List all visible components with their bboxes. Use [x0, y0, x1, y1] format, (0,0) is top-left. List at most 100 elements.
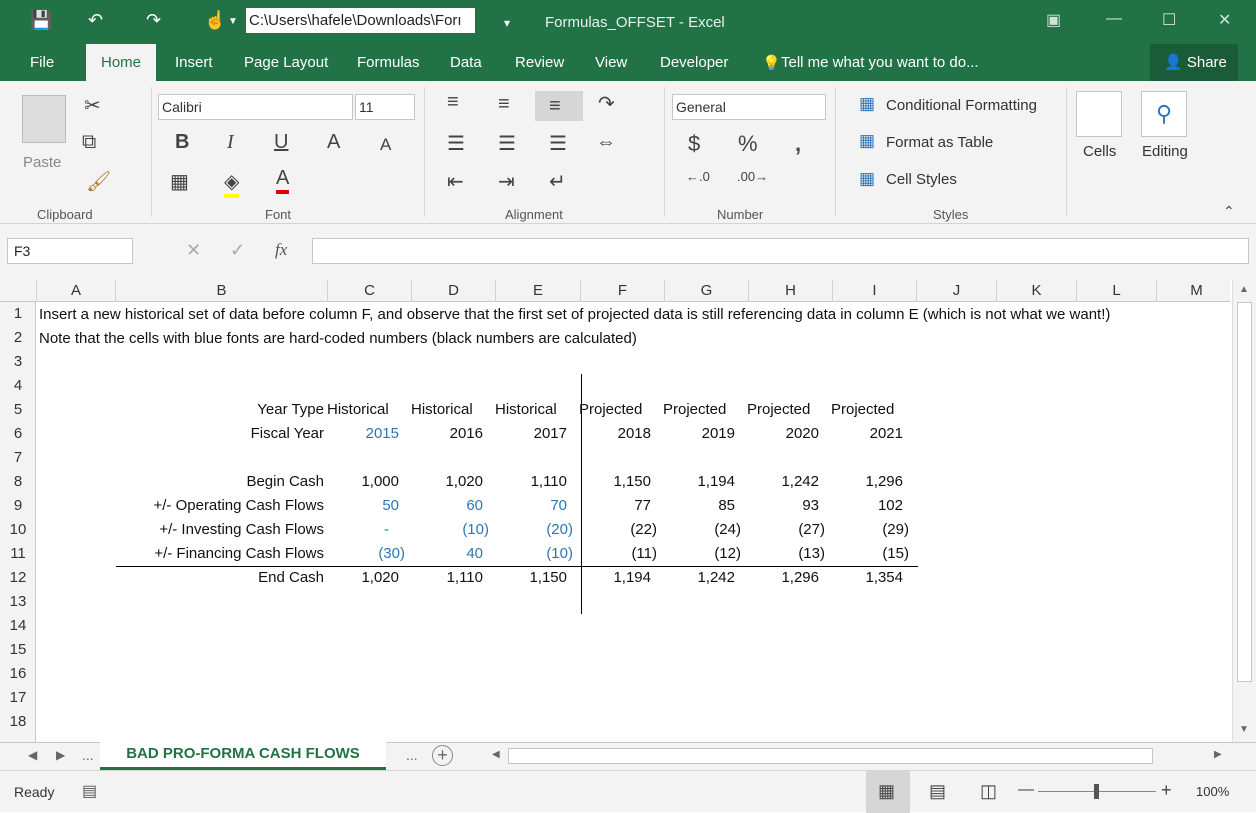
value-cell[interactable]: 1,242 — [739, 470, 819, 494]
font-size-select[interactable]: 11 — [355, 94, 415, 120]
maximize-icon[interactable]: ☐ — [1162, 10, 1176, 30]
more-sheets-icon[interactable]: ... — [82, 747, 94, 763]
collapse-ribbon-icon[interactable]: ⌃ — [1223, 203, 1235, 220]
value-cell[interactable]: 2017 — [487, 422, 567, 446]
touch-dropdown-icon[interactable]: ▼ — [228, 16, 238, 27]
row-header[interactable]: 15 — [0, 638, 36, 662]
value-cell[interactable]: 1,000 — [319, 470, 399, 494]
value-cell[interactable]: 102 — [823, 494, 903, 518]
bold-icon[interactable]: B — [175, 131, 189, 154]
row-label-cell[interactable]: End Cash — [116, 566, 324, 590]
value-cell[interactable]: 1,020 — [403, 470, 483, 494]
scroll-right-icon[interactable]: ▶ — [1214, 749, 1222, 760]
decrease-decimal-icon[interactable]: .00→ — [737, 169, 768, 184]
value-cell[interactable]: 1,194 — [571, 566, 651, 590]
row-label-cell[interactable]: +/- Financing Cash Flows — [116, 542, 324, 566]
value-cell[interactable]: 50 — [319, 494, 399, 518]
paste-button[interactable]: Paste — [23, 154, 61, 171]
prev-sheet-icon[interactable]: ◀ — [28, 748, 37, 762]
share-button[interactable]: 👤 Share — [1150, 44, 1238, 81]
value-cell[interactable]: 70 — [487, 494, 567, 518]
tab-home[interactable]: Home — [86, 44, 156, 81]
value-cell[interactable]: 1,110 — [403, 566, 483, 590]
value-cell[interactable]: 1,296 — [823, 470, 903, 494]
column-header[interactable]: F — [581, 280, 665, 302]
conditional-formatting-button[interactable]: Conditional Formatting — [886, 97, 1037, 114]
value-cell[interactable]: 2018 — [571, 422, 651, 446]
zoom-slider-thumb[interactable] — [1094, 784, 1099, 799]
value-cell[interactable]: 2019 — [655, 422, 735, 446]
row-label-cell[interactable]: Begin Cash — [116, 470, 324, 494]
value-cell[interactable]: 1,296 — [739, 566, 819, 590]
tell-me-box[interactable]: Tell me what you want to do... — [781, 54, 979, 71]
value-cell[interactable]: Projected — [831, 398, 913, 422]
value-cell[interactable]: 2015 — [319, 422, 399, 446]
borders-icon[interactable]: ▦ — [170, 169, 189, 194]
normal-view-icon[interactable]: ▦ — [878, 781, 895, 802]
scroll-down-icon[interactable]: ▼ — [1239, 724, 1249, 735]
row-label-cell[interactable]: +/- Investing Cash Flows — [116, 518, 324, 542]
value-cell[interactable]: Historical — [495, 398, 577, 422]
save-icon[interactable]: 💾 — [30, 10, 52, 31]
cut-icon[interactable]: ✂ — [84, 93, 101, 118]
value-cell[interactable]: Projected — [663, 398, 745, 422]
page-break-view-icon[interactable]: ◫ — [980, 781, 997, 802]
value-cell[interactable]: 2020 — [739, 422, 819, 446]
value-cell[interactable]: (22) — [577, 518, 657, 542]
middle-align-icon[interactable]: ≡ — [498, 93, 510, 116]
increase-decimal-icon[interactable]: ←.0 — [686, 169, 710, 184]
row-label-cell[interactable]: +/- Operating Cash Flows — [116, 494, 325, 518]
value-cell[interactable]: Projected — [747, 398, 829, 422]
row-header[interactable]: 10 — [0, 518, 36, 542]
decrease-indent-icon[interactable]: ⇤ — [447, 169, 464, 194]
value-cell[interactable]: (10) — [409, 518, 489, 542]
zoom-in-icon[interactable]: + — [1161, 780, 1172, 801]
merge-center-icon[interactable]: ⇔ — [596, 131, 616, 154]
paste-icon[interactable] — [22, 95, 66, 143]
undo-icon[interactable]: ↶ — [88, 10, 103, 31]
bottom-align-icon[interactable]: ≡ — [549, 95, 561, 118]
value-cell[interactable]: 2016 — [403, 422, 483, 446]
number-format-select[interactable]: General — [672, 94, 826, 120]
vertical-scroll-thumb[interactable] — [1237, 302, 1252, 682]
value-cell[interactable]: 2021 — [823, 422, 903, 446]
value-cell[interactable]: 40 — [403, 542, 483, 566]
row-header[interactable]: 8 — [0, 470, 36, 494]
column-header[interactable]: H — [749, 280, 833, 302]
insert-function-icon[interactable]: fx — [275, 240, 287, 260]
top-align-icon[interactable]: ≡ — [447, 91, 459, 114]
value-cell[interactable]: (29) — [829, 518, 909, 542]
value-cell[interactable]: (24) — [661, 518, 741, 542]
tab-view[interactable]: View — [595, 54, 627, 71]
value-cell[interactable]: (27) — [745, 518, 825, 542]
column-header[interactable]: C — [328, 280, 412, 302]
tab-data[interactable]: Data — [450, 54, 482, 71]
copy-icon[interactable]: ⧉ — [82, 131, 96, 154]
name-box[interactable]: F3 — [7, 238, 133, 264]
value-cell[interactable]: 77 — [571, 494, 651, 518]
enter-icon[interactable]: ✓ — [230, 240, 245, 261]
ribbon-display-icon[interactable]: ▣ — [1046, 10, 1061, 30]
grow-font-icon[interactable]: A — [327, 131, 340, 154]
row-header[interactable]: 16 — [0, 662, 36, 686]
value-cell[interactable]: 1,110 — [487, 470, 567, 494]
value-cell[interactable]: (30) — [325, 542, 405, 566]
row-header[interactable]: 14 — [0, 614, 36, 638]
value-cell[interactable]: 1,020 — [319, 566, 399, 590]
value-cell[interactable]: Projected — [579, 398, 661, 422]
value-cell[interactable]: Historical — [327, 398, 409, 422]
orientation-icon[interactable]: ↷ — [598, 91, 615, 116]
row-header[interactable]: 17 — [0, 686, 36, 710]
value-cell[interactable]: - — [309, 518, 389, 542]
column-header[interactable]: J — [917, 280, 997, 302]
page-layout-view-icon[interactable]: ▤ — [929, 781, 946, 802]
font-color-icon[interactable]: A — [276, 167, 290, 194]
value-cell[interactable]: (15) — [829, 542, 909, 566]
fill-color-icon[interactable]: ◈ — [224, 169, 240, 198]
tab-insert[interactable]: Insert — [175, 54, 213, 71]
value-cell[interactable]: 60 — [403, 494, 483, 518]
zoom-out-icon[interactable]: — — [1018, 781, 1034, 799]
shrink-font-icon[interactable]: A — [380, 135, 391, 155]
row-label-cell[interactable]: Fiscal Year — [116, 422, 324, 446]
customize-qat-icon[interactable]: ▾ — [504, 16, 510, 30]
